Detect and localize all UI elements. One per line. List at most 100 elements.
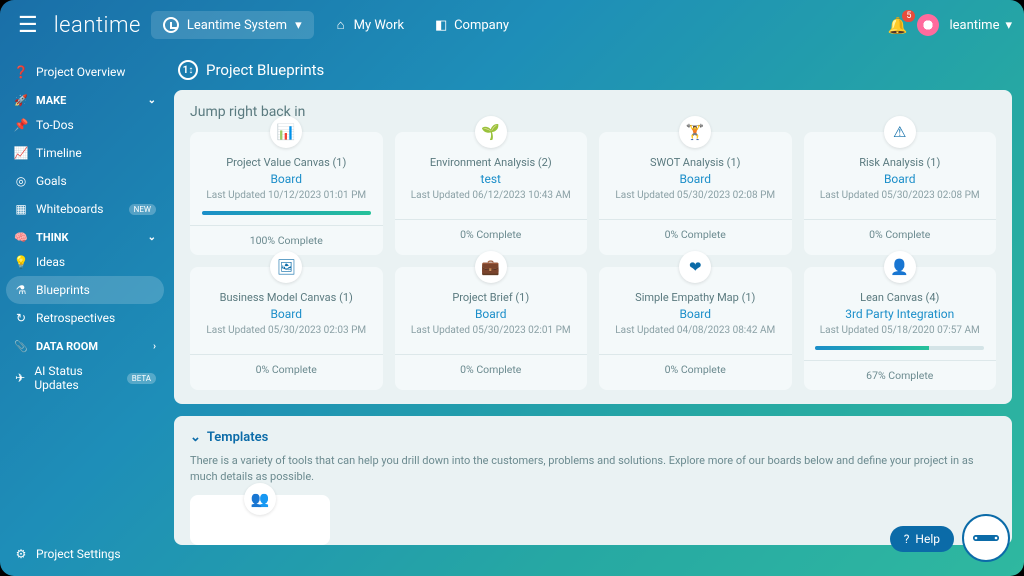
gear-icon: ⚙: [14, 547, 28, 561]
sidebar-section-think[interactable]: 🧠 THINK ⌄: [0, 223, 170, 248]
chevron-down-icon: ▾: [295, 18, 302, 33]
template-card[interactable]: 👥: [190, 495, 330, 545]
nav-company[interactable]: ◧ Company: [424, 12, 519, 39]
notifications-button[interactable]: 🔔 5: [888, 16, 908, 35]
card-title: Business Model Canvas (1): [220, 291, 353, 304]
sidebar-item-ideas[interactable]: 💡 Ideas: [0, 248, 170, 276]
card-progress-label: 0% Complete: [599, 354, 792, 384]
sidebar-item-settings[interactable]: ⚙ Project Settings: [0, 540, 170, 568]
progress-bar: [815, 346, 984, 350]
blueprint-card[interactable]: 🏋SWOT Analysis (1)BoardLast Updated 05/3…: [599, 132, 792, 255]
card-subtitle: Board: [884, 172, 916, 186]
target-icon: ◎: [14, 174, 28, 188]
blueprint-card[interactable]: 👤Lean Canvas (4)3rd Party IntegrationLas…: [804, 267, 997, 390]
sidebar-item-goals[interactable]: ◎ Goals: [0, 167, 170, 195]
card-progress-label: 0% Complete: [599, 219, 792, 249]
card-subtitle: Board: [475, 307, 507, 321]
clock-icon: [163, 17, 179, 33]
chat-widget[interactable]: [962, 514, 1010, 562]
progress-bar: [202, 211, 371, 215]
card-title: Simple Empathy Map (1): [635, 291, 755, 304]
card-progress-label: 0% Complete: [190, 354, 383, 384]
card-title: Lean Canvas (4): [860, 291, 939, 304]
blueprint-card[interactable]: 📊Project Value Canvas (1)BoardLast Updat…: [190, 132, 383, 255]
refresh-icon: ↻: [14, 311, 28, 325]
blueprint-card[interactable]: 🖼Business Model Canvas (1)BoardLast Upda…: [190, 267, 383, 390]
chart-icon: 📈: [14, 146, 28, 160]
templates-panel: ⌄ Templates There is a variety of tools …: [174, 416, 1012, 545]
chevron-right-icon: ›: [153, 341, 156, 352]
jump-back-title: Jump right back in: [190, 104, 996, 120]
jump-back-panel: Jump right back in 📊 Project Value Canvas…: [174, 90, 1012, 404]
pin-icon: 📌: [14, 118, 28, 132]
card-progress-label: 67% Complete: [804, 360, 997, 390]
topbar: ☰ leantime Leantime System ▾ ⌂ My Work ◧…: [0, 0, 1024, 50]
brain-icon: 🧠: [14, 231, 28, 244]
sidebar-section-make[interactable]: 🚀 MAKE ⌄: [0, 86, 170, 111]
question-icon: ?: [904, 532, 910, 546]
avatar[interactable]: [917, 14, 939, 36]
card-subtitle: Board: [270, 307, 302, 321]
blueprint-card[interactable]: ❤Simple Empathy Map (1)BoardLast Updated…: [599, 267, 792, 390]
chevron-down-icon: ▾: [1005, 18, 1012, 33]
chat-icon: [971, 531, 1001, 545]
sidebar-item-blueprints[interactable]: ⚗ Blueprints: [6, 276, 164, 304]
card-subtitle: Board: [679, 307, 711, 321]
project-selector[interactable]: Leantime System ▾: [151, 11, 314, 39]
sidebar-item-overview[interactable]: ❓ Project Overview: [0, 58, 170, 86]
question-icon: ❓: [14, 65, 28, 79]
user-menu[interactable]: leantime ▾: [949, 18, 1012, 33]
card-type-icon: 💼: [475, 251, 507, 283]
board-icon: ▦: [14, 202, 28, 216]
card-subtitle: 3rd Party Integration: [845, 307, 954, 321]
beta-badge: BETA: [127, 373, 156, 384]
card-updated: Last Updated 04/08/2023 08:42 AM: [615, 325, 775, 336]
brand-logo: leantime: [54, 13, 141, 38]
people-icon: 👥: [244, 483, 276, 515]
help-button[interactable]: ? Help: [890, 526, 954, 552]
templates-toggle[interactable]: ⌄ Templates: [190, 430, 996, 445]
blueprint-card[interactable]: 💼Project Brief (1)BoardLast Updated 05/3…: [395, 267, 588, 390]
card-updated: Last Updated 05/30/2023 02:03 PM: [206, 325, 366, 336]
card-type-icon: 👤: [884, 251, 916, 283]
blueprint-card[interactable]: ⚠Risk Analysis (1)BoardLast Updated 05/3…: [804, 132, 997, 255]
chevron-down-icon: ⌄: [148, 95, 156, 106]
bulb-icon: 💡: [14, 255, 28, 269]
card-updated: Last Updated 05/30/2023 02:01 PM: [411, 325, 571, 336]
project-selector-label: Leantime System: [187, 18, 287, 33]
card-updated: Last Updated 10/12/2023 01:01 PM: [206, 190, 366, 201]
card-updated: Last Updated 05/30/2023 02:08 PM: [820, 190, 980, 201]
nav-my-work[interactable]: ⌂ My Work: [324, 11, 414, 39]
card-subtitle: Board: [270, 172, 302, 186]
home-icon: ⌂: [334, 17, 348, 33]
chevron-down-icon: ⌄: [190, 430, 201, 445]
card-title: Project Brief (1): [452, 291, 529, 304]
sidebar-section-data-room[interactable]: 📎 DATA ROOM ›: [0, 332, 170, 357]
card-type-icon: 🏋: [679, 116, 711, 148]
card-progress-label: 0% Complete: [395, 354, 588, 384]
card-updated: Last Updated 05/18/2020 07:57 AM: [820, 325, 980, 336]
menu-toggle-icon[interactable]: ☰: [12, 9, 44, 42]
card-title: SWOT Analysis (1): [650, 156, 740, 169]
card-title: Project Value Canvas (1): [226, 156, 346, 169]
rocket-icon: 🚀: [14, 94, 28, 107]
card-progress-label: 0% Complete: [395, 219, 588, 249]
blueprint-card[interactable]: 🌱Environment Analysis (2)testLast Update…: [395, 132, 588, 255]
notifications-count: 5: [902, 10, 915, 22]
bookmark-icon: ◧: [434, 18, 448, 33]
sidebar-item-retros[interactable]: ↻ Retrospectives: [0, 304, 170, 332]
sidebar-item-whiteboards[interactable]: ▦ Whiteboards NEW: [0, 195, 170, 223]
card-type-icon: 🌱: [475, 116, 507, 148]
flask-icon: ⚗: [14, 283, 28, 297]
sidebar: ❓ Project Overview 🚀 MAKE ⌄ 📌 To-Dos 📈 T…: [0, 50, 170, 576]
card-progress-label: 0% Complete: [804, 219, 997, 249]
card-subtitle: test: [481, 172, 501, 186]
new-badge: NEW: [129, 204, 156, 215]
card-subtitle: Board: [679, 172, 711, 186]
sidebar-item-timeline[interactable]: 📈 Timeline: [0, 139, 170, 167]
sidebar-item-todos[interactable]: 📌 To-Dos: [0, 111, 170, 139]
sidebar-item-ai-status[interactable]: ✈ AI Status Updates BETA: [0, 357, 170, 399]
card-type-icon: 📊: [270, 116, 302, 148]
card-title: Risk Analysis (1): [859, 156, 940, 169]
templates-description: There is a variety of tools that can hel…: [190, 453, 996, 485]
